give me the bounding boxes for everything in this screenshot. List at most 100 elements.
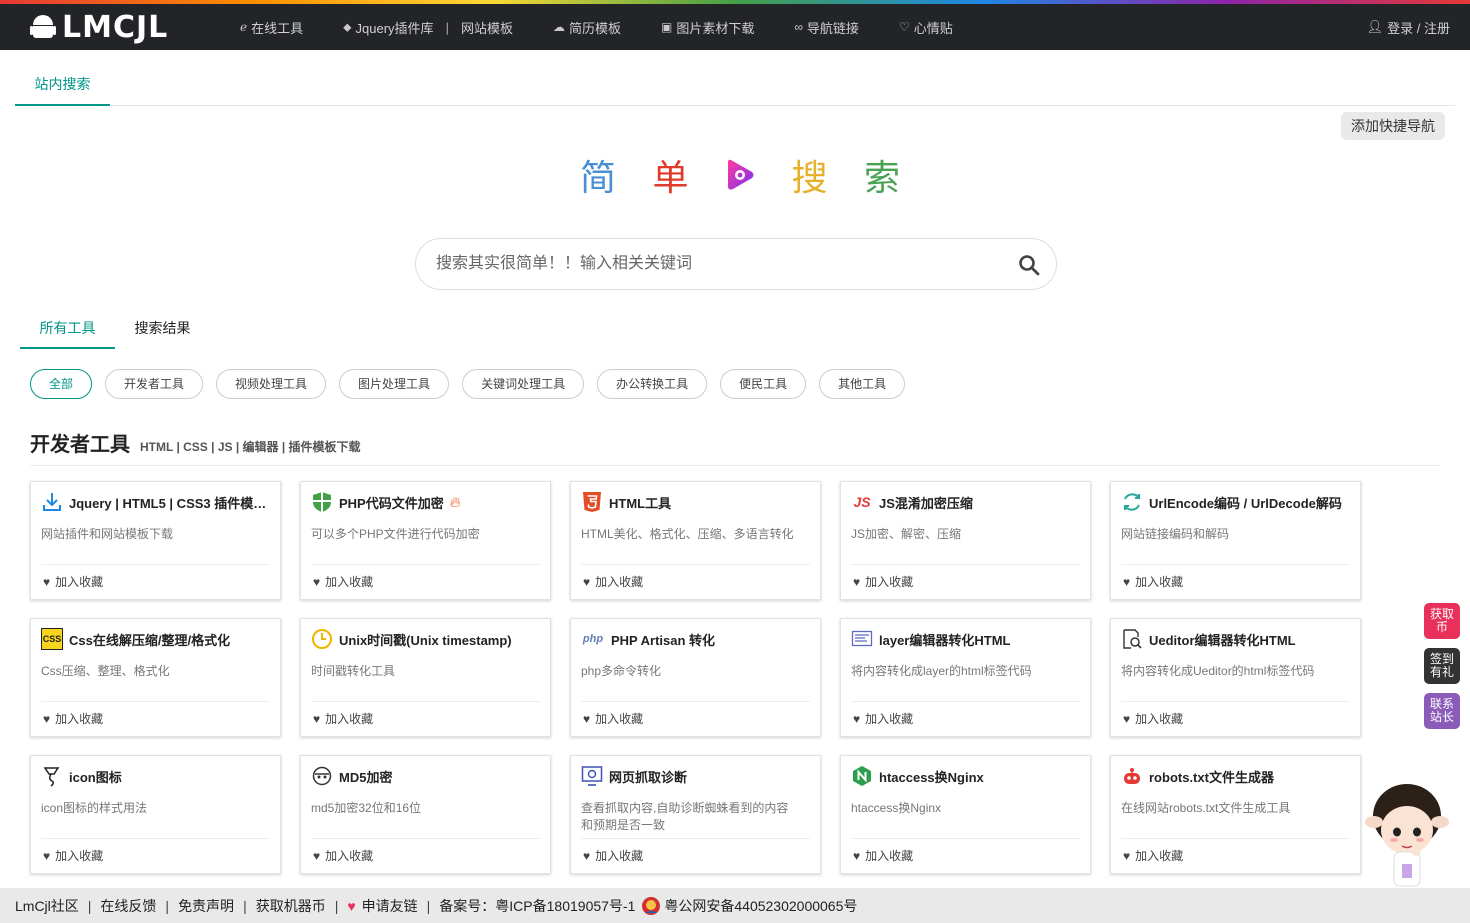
login-register-link[interactable]: 👤︎ 登录 / 注册 xyxy=(1367,4,1450,50)
heart-icon: ♥ xyxy=(1123,574,1131,589)
add-quick-nav-button[interactable]: 添加快捷导航 xyxy=(1341,112,1445,140)
footer-feedback-link[interactable]: 在线反馈 xyxy=(100,896,156,916)
tool-desc: 网站插件和网站模板下载 xyxy=(41,527,174,541)
fire-icon: 🔥︎ xyxy=(449,493,461,511)
tool-desc: 将内容转化成Ueditor的html标签代码 xyxy=(1121,664,1315,678)
html5-icon xyxy=(581,491,603,513)
nginx-icon xyxy=(851,765,873,787)
footer-get-coins-link[interactable]: 获取机器币 xyxy=(256,896,326,916)
tool-card[interactable]: Jquery | HTML5 | CSS3 插件模板下载 网站插件和网站模板下载… xyxy=(30,481,281,600)
tool-title: icon图标 xyxy=(69,769,122,785)
heart-icon: ♥ xyxy=(43,574,51,589)
heart-icon: ♥ xyxy=(43,848,51,863)
filter-all[interactable]: 全部 xyxy=(30,369,93,399)
search-input[interactable] xyxy=(436,249,996,279)
footer-icp-link[interactable]: 备案号：粤ICP备18019057号-1 xyxy=(439,896,635,916)
footer-police-link[interactable]: 粤公网安备44052302000065号 xyxy=(664,896,857,916)
tool-card[interactable]: Ueditor编辑器转化HTML 将内容转化成Ueditor的html标签代码 … xyxy=(1110,618,1361,737)
sign-in-gift-button[interactable]: 签到 有礼 xyxy=(1424,648,1460,684)
nav-online-tools[interactable]: ℯ 在线工具 xyxy=(240,18,303,37)
add-favorite-button[interactable]: ♥ 加入收藏 xyxy=(583,847,643,864)
nav-resume-templates[interactable]: ☁ 简历模板 xyxy=(553,18,621,37)
add-favorite-button[interactable]: ♥ 加入收藏 xyxy=(853,573,913,590)
tool-desc: icon图标的样式用法 xyxy=(41,801,148,815)
filter-convenience[interactable]: 便民工具 xyxy=(720,369,807,399)
filter-office[interactable]: 办公转换工具 xyxy=(597,369,708,399)
search-icon[interactable] xyxy=(1018,254,1040,276)
tool-card[interactable]: PHP代码文件加密 🔥︎ 可以多个PHP文件进行代码加密 ♥ 加入收藏 xyxy=(300,481,551,600)
filter-image[interactable]: 图片处理工具 xyxy=(339,369,450,399)
add-favorite-button[interactable]: ♥ 加入收藏 xyxy=(313,573,373,590)
add-favorite-button[interactable]: ♥ 加入收藏 xyxy=(313,847,373,864)
tool-title: UrlEncode编码 / UrlDecode解码 xyxy=(1149,495,1342,511)
tool-card[interactable]: 网页抓取诊断 查看抓取内容,自助诊断蜘蛛看到的内容和预期是否一致 ♥ 加入收藏 xyxy=(570,755,821,874)
tool-card[interactable]: layer编辑器转化HTML 将内容转化成layer的html标签代码 ♥ 加入收… xyxy=(840,618,1091,737)
site-logo[interactable]: LMCJL xyxy=(30,9,169,45)
tab-site-search[interactable]: 站内搜索 xyxy=(15,62,110,106)
tool-title: Jquery | HTML5 | CSS3 插件模板下载 xyxy=(69,495,270,511)
footer-disclaimer-link[interactable]: 免责声明 xyxy=(178,896,234,916)
footer-community-link[interactable]: LmCjl社区 xyxy=(15,896,79,916)
mascot-character-icon[interactable] xyxy=(1364,778,1450,888)
tag-icon: ⬥ xyxy=(343,19,352,34)
tool-desc: 可以多个PHP文件进行代码加密 xyxy=(311,527,480,541)
tool-title: Css在线解压缩/整理/格式化 xyxy=(69,632,231,648)
add-favorite-button[interactable]: ♥ 加入收藏 xyxy=(853,847,913,864)
tool-card[interactable]: htaccess换Nginx htaccess换Nginx ♥ 加入收藏 xyxy=(840,755,1091,874)
add-favorite-button[interactable]: ♥ 加入收藏 xyxy=(313,710,373,727)
tool-card[interactable]: php PHP Artisan 转化 php多命令转化 ♥ 加入收藏 xyxy=(570,618,821,737)
contact-admin-button[interactable]: 联系 站长 xyxy=(1424,693,1460,729)
nav-image-download[interactable]: ▣ 图片素材下载 xyxy=(661,18,754,37)
tool-desc: HTML美化、格式化、压缩、多语言转化 xyxy=(581,527,794,541)
search-slogan: 简 单 搜 索 xyxy=(580,150,900,200)
heart-icon: ♥ xyxy=(1123,711,1131,726)
get-coins-button[interactable]: 获取 币 xyxy=(1424,603,1460,639)
tool-card[interactable]: Unix时间戳(Unix timestamp) 时间戳转化工具 ♥ 加入收藏 xyxy=(300,618,551,737)
tool-title: PHP代码文件加密 xyxy=(339,495,444,511)
add-favorite-button[interactable]: ♥ 加入收藏 xyxy=(583,573,643,590)
nav-mood[interactable]: ♡ 心情贴 xyxy=(899,18,953,37)
tool-card[interactable]: CSS Css在线解压缩/整理/格式化 Css压缩、整理、格式化 ♥ 加入收藏 xyxy=(30,618,281,737)
add-favorite-button[interactable]: ♥ 加入收藏 xyxy=(1123,847,1183,864)
add-favorite-button[interactable]: ♥ 加入收藏 xyxy=(853,710,913,727)
tool-card[interactable]: UrlEncode编码 / UrlDecode解码 网站链接编码和解码 ♥ 加入收… xyxy=(1110,481,1361,600)
tool-card[interactable]: JS JS混淆加密压缩 JS加密、解密、压缩 ♥ 加入收藏 xyxy=(840,481,1091,600)
section-title: 开发者工具 xyxy=(30,434,130,456)
shield-icon xyxy=(311,491,333,513)
tool-card[interactable]: HTML工具 HTML美化、格式化、压缩、多语言转化 ♥ 加入收藏 xyxy=(570,481,821,600)
android-icon xyxy=(30,13,56,41)
tab-all-tools[interactable]: 所有工具 xyxy=(20,308,115,349)
tool-desc: 网站链接编码和解码 xyxy=(1121,527,1230,541)
logo-text: LMCJL xyxy=(62,9,169,45)
php-icon: php xyxy=(582,633,604,645)
add-favorite-button[interactable]: ♥ 加入收藏 xyxy=(583,710,643,727)
section-subtitle: HTML | CSS | JS | 编辑器 | 插件模板下载 xyxy=(140,440,361,454)
css-icon: CSS xyxy=(41,628,63,650)
nav-links[interactable]: ∞ 导航链接 xyxy=(794,18,859,37)
add-favorite-button[interactable]: ♥ 加入收藏 xyxy=(43,710,103,727)
filter-developer[interactable]: 开发者工具 xyxy=(105,369,204,399)
tool-card[interactable]: robots.txt文件生成器 在线网站robots.txt文件生成工具 ♥ 加入… xyxy=(1110,755,1361,874)
add-favorite-button[interactable]: ♥ 加入收藏 xyxy=(43,847,103,864)
footer-friend-link[interactable]: 申请友链 xyxy=(362,896,418,916)
filter-keyword[interactable]: 关键词处理工具 xyxy=(462,369,585,399)
filter-other[interactable]: 其他工具 xyxy=(819,369,906,399)
tool-desc: 将内容转化成layer的html标签代码 xyxy=(851,664,1032,678)
robot-icon xyxy=(1121,765,1143,787)
clock-icon xyxy=(311,628,333,650)
nav-jquery-plugins[interactable]: ⬥ Jquery插件库 | 网站模板 xyxy=(343,18,513,37)
tool-desc: 查看抓取内容,自助诊断蜘蛛看到的内容和预期是否一致 xyxy=(581,801,789,832)
tool-card[interactable]: MD5加密 md5加密32位和16位 ♥ 加入收藏 xyxy=(300,755,551,874)
heart-icon: ♥ xyxy=(853,711,861,726)
download-icon xyxy=(41,491,63,513)
nav-site-templates[interactable]: 网站模板 xyxy=(461,18,513,37)
top-navbar: LMCJL ℯ 在线工具 ⬥ Jquery插件库 | 网站模板 ☁ 简历模板 ▣… xyxy=(0,4,1470,50)
filter-video[interactable]: 视频处理工具 xyxy=(216,369,327,399)
tab-search-results[interactable]: 搜索结果 xyxy=(115,308,210,349)
add-favorite-button[interactable]: ♥ 加入收藏 xyxy=(1123,710,1183,727)
add-favorite-button[interactable]: ♥ 加入收藏 xyxy=(1123,573,1183,590)
add-favorite-button[interactable]: ♥ 加入收藏 xyxy=(43,573,103,590)
tool-title: htaccess换Nginx xyxy=(879,769,984,785)
police-badge-icon xyxy=(642,896,661,915)
tool-card[interactable]: icon图标 icon图标的样式用法 ♥ 加入收藏 xyxy=(30,755,281,874)
